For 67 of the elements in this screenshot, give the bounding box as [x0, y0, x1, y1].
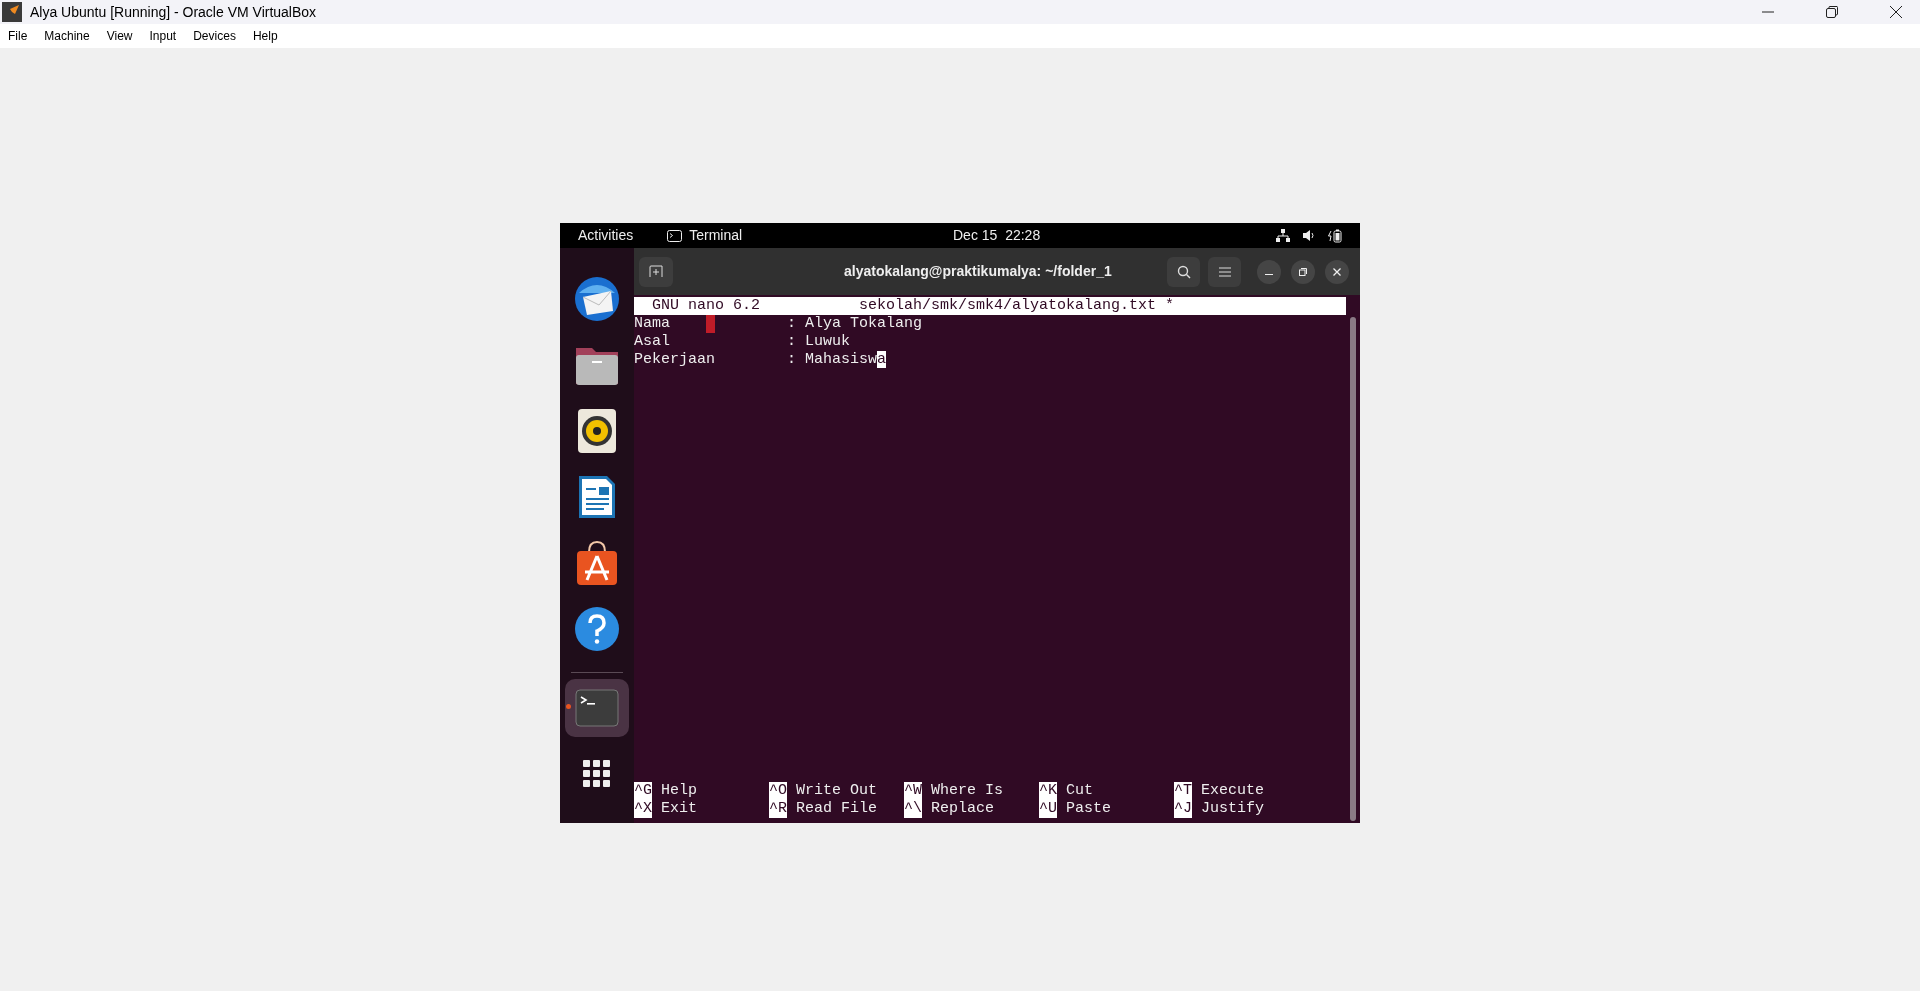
field-value: : Mahasiswa	[787, 351, 887, 369]
menu-item[interactable]: Machine	[44, 27, 90, 45]
menu-item[interactable]: View	[106, 27, 133, 45]
shortcut-key: ^G	[634, 782, 652, 800]
shortcut-label: Exit	[661, 800, 698, 818]
shortcut-key: ^J	[1174, 800, 1192, 818]
maximize-button[interactable]	[1291, 259, 1315, 284]
shortcut-label: Paste	[1066, 800, 1112, 818]
shortcut-label: Cut	[1066, 782, 1094, 800]
menu-item[interactable]: Input	[149, 27, 177, 45]
search-icon	[1176, 264, 1191, 279]
shortcut-key: ^R	[769, 800, 787, 818]
document-icon	[577, 474, 617, 520]
field-value: : Luwuk	[787, 333, 850, 351]
shortcut-key: ^T	[1174, 782, 1192, 800]
shortcut-key: ^U	[1039, 800, 1057, 818]
bird-envelope-icon	[573, 275, 621, 323]
app-icon	[2, 2, 22, 22]
field-label: Pekerjaan	[634, 351, 716, 369]
clock[interactable]: Dec 15 22:28	[953, 225, 1041, 246]
shortcut-key: ^X	[634, 800, 652, 818]
shortcut-key: ^\	[904, 800, 922, 818]
menu-item[interactable]: File	[8, 27, 28, 45]
close-icon	[1333, 267, 1341, 276]
close-button[interactable]	[1325, 259, 1349, 284]
battery-icon[interactable]	[1328, 228, 1342, 243]
speaker-icon	[577, 408, 617, 454]
close-icon[interactable]	[1889, 5, 1903, 19]
activities-button[interactable]: Activities	[578, 225, 634, 246]
whitespace-marker	[706, 315, 715, 333]
terminal-icon	[667, 229, 683, 242]
shortcut-label: Replace	[931, 800, 995, 818]
field-label: Nama	[634, 315, 787, 333]
search-button[interactable]	[1167, 256, 1200, 287]
terminal-icon	[575, 689, 619, 727]
new-tab-button[interactable]	[639, 256, 673, 287]
window-title: Alya Ubuntu [Running] - Oracle VM VirtualBox	[30, 2, 317, 22]
shortcut-label: Execute	[1201, 782, 1265, 800]
menu-button[interactable]	[1208, 256, 1241, 287]
field-value: : Alya Tokalang	[787, 315, 923, 333]
app-grid-icon	[583, 760, 611, 788]
shortcut-key: ^O	[769, 782, 787, 800]
shortcut-label: Justify	[1201, 800, 1265, 818]
file-name: sekolah/smk/smk4/alyatokalang.txt *	[859, 297, 1175, 315]
restore-icon[interactable]	[1825, 5, 1839, 19]
app-menu[interactable]: Terminal	[689, 225, 743, 246]
scrollbar[interactable]	[1350, 317, 1356, 821]
minimize-icon	[1265, 273, 1273, 276]
help-icon	[574, 606, 620, 652]
restore-icon	[1299, 267, 1307, 276]
menu-item[interactable]: Help	[252, 27, 278, 45]
shortcut-label: Write Out	[796, 782, 878, 800]
shortcut-label: Help	[661, 782, 698, 800]
new-tab-icon	[649, 265, 663, 278]
shopping-bag-icon	[575, 540, 619, 586]
field-label: Asal	[634, 333, 671, 351]
volume-icon[interactable]	[1302, 229, 1316, 242]
nano-version: GNU nano 6.2	[652, 297, 761, 315]
shortcut-label: Where Is	[931, 782, 1004, 800]
shortcut-label: Read File	[796, 800, 878, 818]
shortcut-key: ^W	[904, 782, 922, 800]
running-indicator	[566, 704, 571, 709]
menu-icon	[1218, 266, 1231, 277]
shortcut-key: ^K	[1039, 782, 1057, 800]
menu-item[interactable]: Devices	[193, 27, 236, 45]
terminal-title: alyatokalang@praktikumalya: ~/folder_1	[844, 262, 1112, 281]
network-icon[interactable]	[1276, 229, 1290, 242]
